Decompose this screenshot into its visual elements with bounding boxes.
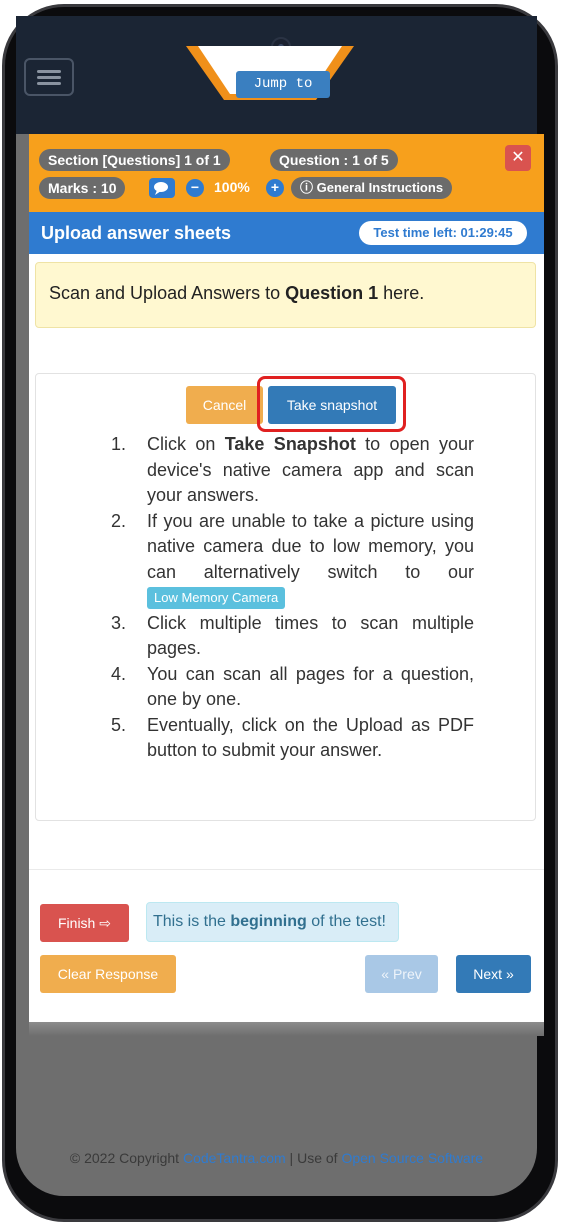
footer: © 2022 Copyright CodeTantra.com | Use of… xyxy=(69,1150,484,1166)
highlight-box xyxy=(257,376,406,432)
chat-icon[interactable] xyxy=(149,178,175,198)
clear-response-button[interactable]: Clear Response xyxy=(40,955,176,993)
close-icon[interactable]: ✕ xyxy=(505,145,531,171)
list-item: 3. Click multiple times to scan multiple … xyxy=(111,612,474,659)
question-info-bar xyxy=(29,134,544,212)
next-button[interactable]: Next » xyxy=(456,955,531,993)
hamburger-icon xyxy=(37,70,61,73)
question-indicator[interactable]: Question : 1 of 5 xyxy=(270,149,398,171)
low-memory-camera-button[interactable]: Low Memory Camera xyxy=(147,587,286,610)
info-icon: ⓘ xyxy=(300,180,317,195)
prev-button[interactable]: « Prev xyxy=(365,955,438,993)
divider xyxy=(29,869,544,870)
codetantra-link[interactable]: CodeTantra.com xyxy=(183,1150,286,1166)
test-timer: Test time left: 01:29:45 xyxy=(359,221,527,245)
jump-to-button[interactable]: Jump to xyxy=(236,71,330,98)
list-item: 1. Click on Take Snapshot to open your de… xyxy=(111,434,474,505)
cancel-button[interactable]: Cancel xyxy=(186,386,263,424)
zoom-level: 100% xyxy=(214,179,250,195)
list-item: 4. You can scan all pages for a question,… xyxy=(111,663,474,710)
zoom-out-icon[interactable]: − xyxy=(186,179,204,197)
upload-instruction-alert: Scan and Upload Answers to Question 1 he… xyxy=(35,262,536,328)
section-indicator[interactable]: Section [Questions] 1 of 1 xyxy=(39,149,230,171)
finish-button[interactable]: Finish ⇨ xyxy=(40,904,129,942)
test-position-note: This is the beginning of the test! xyxy=(146,902,399,942)
marks-indicator: Marks : 10 xyxy=(39,177,126,199)
menu-toggle-button[interactable] xyxy=(24,58,74,96)
general-instructions-button[interactable]: ⓘ General Instructions xyxy=(291,177,453,199)
list-item: 5. Eventually, click on the Upload as PDF… xyxy=(111,714,474,761)
instruction-list: 1. Click on Take Snapshot to open your de… xyxy=(111,432,474,764)
panel-shadow xyxy=(29,1022,544,1036)
list-item: 2. If you are unable to take a picture us… xyxy=(111,509,474,611)
zoom-in-icon[interactable]: + xyxy=(266,179,284,197)
sign-out-icon: ⇨ xyxy=(99,915,111,931)
panel-title: Upload answer sheets xyxy=(41,223,232,243)
open-source-link[interactable]: Open Source Software xyxy=(341,1150,483,1166)
